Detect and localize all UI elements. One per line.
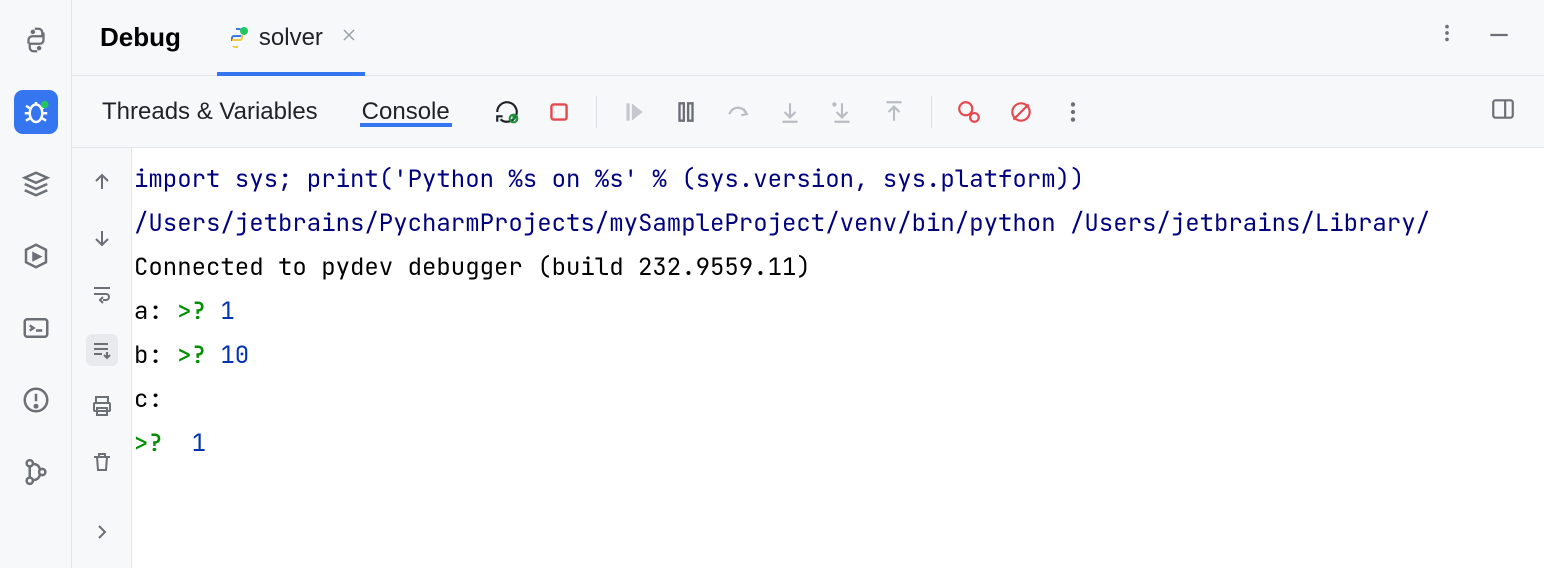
python-file-icon xyxy=(225,26,249,50)
main-area: Debug solver Thread xyxy=(72,0,1544,568)
input-value: 10 xyxy=(220,340,249,371)
problems-toolwindow-icon[interactable] xyxy=(14,378,58,422)
pause-icon[interactable] xyxy=(671,97,701,127)
step-out-icon[interactable] xyxy=(879,97,909,127)
clear-icon[interactable] xyxy=(86,446,118,478)
print-icon[interactable] xyxy=(86,390,118,422)
close-tab-icon[interactable] xyxy=(341,26,357,49)
console-tab[interactable]: Console xyxy=(360,98,452,126)
stack-toolwindow-icon[interactable] xyxy=(14,162,58,206)
debug-title: Debug xyxy=(100,22,181,53)
console-body: import sys; print('Python %s on %s' % (s… xyxy=(72,148,1544,568)
scroll-up-icon[interactable] xyxy=(86,166,118,198)
mute-breakpoints-icon[interactable] xyxy=(1006,97,1036,127)
run-config-tab[interactable]: solver xyxy=(217,0,365,75)
threads-variables-tab[interactable]: Threads & Variables xyxy=(100,98,320,126)
prompt-label: c: xyxy=(134,384,177,415)
scroll-to-end-icon[interactable] xyxy=(86,334,118,366)
input-value: 1 xyxy=(192,428,206,459)
run-config-name: solver xyxy=(259,24,323,52)
console-line: Connected to pydev debugger (build 232.9… xyxy=(134,252,811,283)
view-breakpoints-icon[interactable] xyxy=(954,97,984,127)
step-into-my-code-icon[interactable] xyxy=(827,97,857,127)
step-into-icon[interactable] xyxy=(775,97,805,127)
prompt-label: b: xyxy=(134,340,177,371)
console-line: import sys; print('Python %s on %s' % (s… xyxy=(134,164,1084,195)
toolbar-separator xyxy=(931,96,932,128)
prompt-marker: >? xyxy=(177,340,220,371)
services-toolwindow-icon[interactable] xyxy=(14,234,58,278)
minimize-icon[interactable] xyxy=(1486,22,1512,53)
prompt-marker: >? xyxy=(134,428,192,459)
step-over-icon[interactable] xyxy=(723,97,753,127)
debug-toolbar xyxy=(492,96,1088,128)
input-value: 1 xyxy=(220,296,234,327)
prompt-marker: >? xyxy=(177,296,220,327)
expand-icon[interactable] xyxy=(86,516,118,548)
python-toolwindow-icon[interactable] xyxy=(14,18,58,62)
toolbar-separator xyxy=(596,96,597,128)
console-line: /Users/jetbrains/PycharmProjects/mySampl… xyxy=(134,208,1430,239)
prompt-label: a: xyxy=(134,296,177,327)
console-gutter xyxy=(72,148,132,568)
terminal-toolwindow-icon[interactable] xyxy=(14,306,58,350)
console-output[interactable]: import sys; print('Python %s on %s' % (s… xyxy=(132,148,1544,568)
debug-tab-bar: Debug solver xyxy=(72,0,1544,76)
debug-subrow: Threads & Variables Console xyxy=(72,76,1544,148)
stop-icon[interactable] xyxy=(544,97,574,127)
debug-toolwindow-icon[interactable] xyxy=(14,90,58,134)
resume-icon[interactable] xyxy=(619,97,649,127)
left-toolstripe xyxy=(0,0,72,568)
rerun-icon[interactable] xyxy=(492,97,522,127)
layout-settings-icon[interactable] xyxy=(1490,96,1544,127)
toolbar-more-icon[interactable] xyxy=(1058,97,1088,127)
more-options-icon[interactable] xyxy=(1436,22,1458,53)
soft-wrap-icon[interactable] xyxy=(86,278,118,310)
scroll-down-icon[interactable] xyxy=(86,222,118,254)
vcs-toolwindow-icon[interactable] xyxy=(14,450,58,494)
